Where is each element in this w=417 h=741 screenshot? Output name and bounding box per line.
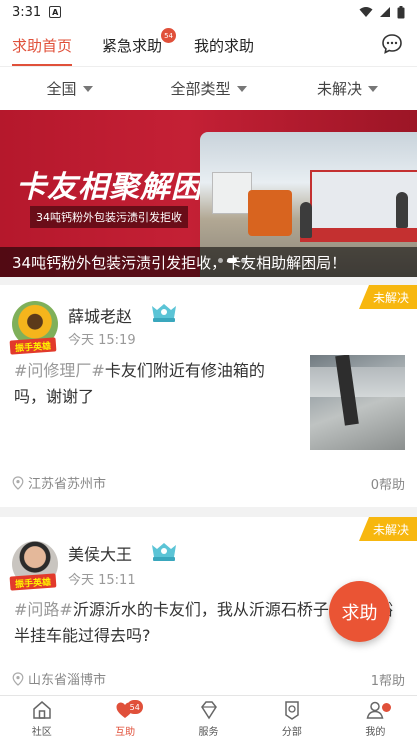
status-time: 3:31 — [12, 4, 42, 20]
carousel-dot — [241, 258, 246, 263]
worker — [300, 202, 312, 238]
post-hashtag[interactable]: #问修理厂# — [14, 361, 105, 380]
notification-dot — [382, 703, 391, 712]
post-thumbnail[interactable] — [310, 355, 405, 450]
branch-icon — [285, 701, 299, 720]
tab-label: 求助首页 — [12, 36, 73, 55]
status-filter[interactable]: 未解决 — [278, 78, 417, 99]
filter-bar: 全国 全部类型 未解决 — [0, 66, 417, 110]
chat-bubble-icon[interactable] — [381, 33, 403, 55]
banner-caption: 34吨钙粉外包装污渍引发拒收，卡友相助解困局！ — [0, 247, 417, 277]
nav-label: 服务 — [198, 727, 219, 738]
banner-subtitle: 34吨钙粉外包装污渍引发拒收 — [30, 206, 188, 228]
status-bar: 3:31 A — [0, 0, 417, 24]
nav-item-mine[interactable]: 我的 — [334, 696, 417, 741]
tab-urgent-help[interactable]: 紧急求助 54 — [102, 24, 177, 66]
community-icon — [32, 701, 51, 719]
avatar-honor-tag: 振手英雄 — [9, 337, 57, 355]
location-pin-icon — [12, 475, 24, 490]
worker — [396, 192, 408, 228]
location-pin-icon — [12, 671, 24, 686]
carousel-dot-active — [227, 258, 237, 263]
tab-my-help[interactable]: 我的求助 — [194, 24, 254, 66]
member-badge-icon — [152, 304, 176, 322]
post-location: 江苏省苏州市 — [12, 473, 106, 492]
forklift — [248, 190, 292, 236]
post-location: 山东省淄博市 — [12, 669, 106, 688]
urgent-count-badge: 54 — [161, 28, 177, 43]
nav-item-service[interactable]: 服务 — [167, 696, 250, 741]
status-ribbon: 未解决 — [358, 517, 417, 541]
ask-help-button[interactable]: 求助 — [329, 581, 390, 642]
location-text: 山东省淄博市 — [28, 673, 107, 688]
filter-label: 全部类型 — [170, 80, 231, 98]
help-post-card[interactable]: 未解决 振手英雄 薛城老赵 今天 15:19 #问修理厂#卡友们附近有修油箱的吗… — [0, 285, 417, 507]
caret-down-icon — [82, 85, 93, 92]
notification-icon: A — [49, 6, 62, 18]
caret-down-icon — [236, 85, 247, 92]
post-time: 今天 15:19 — [68, 333, 136, 348]
signal-icon — [380, 7, 390, 17]
truck-bed — [300, 228, 417, 242]
top-tab-bar: 求助首页 紧急求助 54 我的求助 — [0, 24, 417, 66]
promo-banner[interactable]: 卡友相聚解困局! 34吨钙粉外包装污渍引发拒收 34吨钙粉外包装污渍引发拒收，卡… — [0, 110, 417, 277]
nav-label: 分部 — [281, 727, 302, 738]
diamond-icon — [200, 701, 217, 720]
nav-item-mutual-help[interactable]: 54 互助 — [83, 696, 166, 741]
filter-label: 未解决 — [316, 80, 362, 98]
mutual-help-badge: 54 — [126, 700, 143, 714]
nav-item-community[interactable]: 社区 — [0, 696, 83, 741]
nav-label: 互助 — [115, 727, 136, 738]
filter-label: 全国 — [46, 80, 77, 98]
member-badge-icon — [152, 543, 176, 561]
nav-label: 社区 — [31, 727, 52, 738]
help-count: 0帮助 — [370, 478, 405, 493]
caret-down-icon — [368, 85, 378, 92]
region-filter[interactable]: 全国 — [0, 78, 139, 99]
location-text: 江苏省苏州市 — [28, 477, 107, 492]
post-hashtag[interactable]: #问路# — [14, 600, 73, 619]
tab-label: 我的求助 — [194, 36, 255, 55]
post-time: 今天 15:11 — [68, 573, 136, 588]
carousel-dot — [218, 258, 223, 263]
avatar-honor-tag: 振手英雄 — [9, 573, 57, 591]
help-count: 1帮助 — [370, 674, 405, 689]
tab-help-home[interactable]: 求助首页 — [12, 24, 73, 66]
tab-label: 紧急求助 — [102, 36, 163, 55]
cargo-bags — [212, 172, 252, 214]
post-content: #问修理厂#卡友们附近有修油箱的吗，谢谢了 — [14, 358, 296, 410]
wifi-icon — [359, 7, 373, 17]
carousel-indicator — [218, 258, 246, 263]
type-filter[interactable]: 全部类型 — [139, 78, 278, 99]
nav-label: 我的 — [365, 727, 386, 738]
nav-item-branch[interactable]: 分部 — [250, 696, 333, 741]
username[interactable]: 薛城老赵 — [68, 303, 132, 327]
bottom-nav: 社区 54 互助 服务 分部 我的 — [0, 695, 417, 741]
battery-icon — [397, 5, 405, 18]
username[interactable]: 美侯大王 — [68, 541, 132, 565]
status-ribbon: 未解决 — [358, 285, 417, 309]
